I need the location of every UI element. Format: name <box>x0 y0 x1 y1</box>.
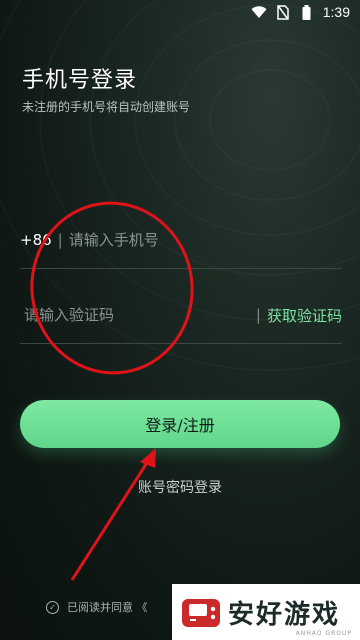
annotation-circle <box>30 201 194 375</box>
watermark-text: 安好游戏 <box>228 599 341 630</box>
password-login-link[interactable]: 账号密码登录 <box>0 477 360 497</box>
phone-divider <box>20 268 342 269</box>
battery-icon <box>299 4 315 20</box>
status-time: 1:39 <box>322 4 350 20</box>
status-bar: 1:39 <box>0 0 360 24</box>
watermark: 安好游戏 ANHAO GROUP <box>172 584 360 640</box>
country-code[interactable]: +86 <box>20 231 52 249</box>
code-separator: | <box>255 306 261 324</box>
agreement-text: 已阅读并同意 《 <box>67 601 148 614</box>
code-field-row: | 获取验证码 <box>20 301 342 329</box>
phone-separator: | <box>57 231 63 249</box>
page-title: 手机号登录 <box>22 68 138 93</box>
watermark-subtext: ANHAO GROUP <box>295 630 352 637</box>
watermark-logo-icon <box>182 599 220 627</box>
login-register-button[interactable]: 登录/注册 <box>20 400 340 448</box>
code-divider <box>20 343 342 344</box>
wifi-icon <box>251 4 267 20</box>
agreement-row: ✓ 已阅读并同意 《 <box>46 598 148 616</box>
no-sim-icon <box>275 4 291 20</box>
phone-field-row: +86 | <box>20 226 342 254</box>
verification-code-input[interactable] <box>20 306 256 324</box>
phone-input[interactable] <box>68 231 342 249</box>
annotation-arrow-head <box>140 448 156 468</box>
get-code-button[interactable]: 获取验证码 <box>267 305 342 326</box>
agreement-check-icon[interactable]: ✓ <box>46 600 59 614</box>
page-subtitle: 未注册的手机号将自动创建账号 <box>22 100 191 114</box>
